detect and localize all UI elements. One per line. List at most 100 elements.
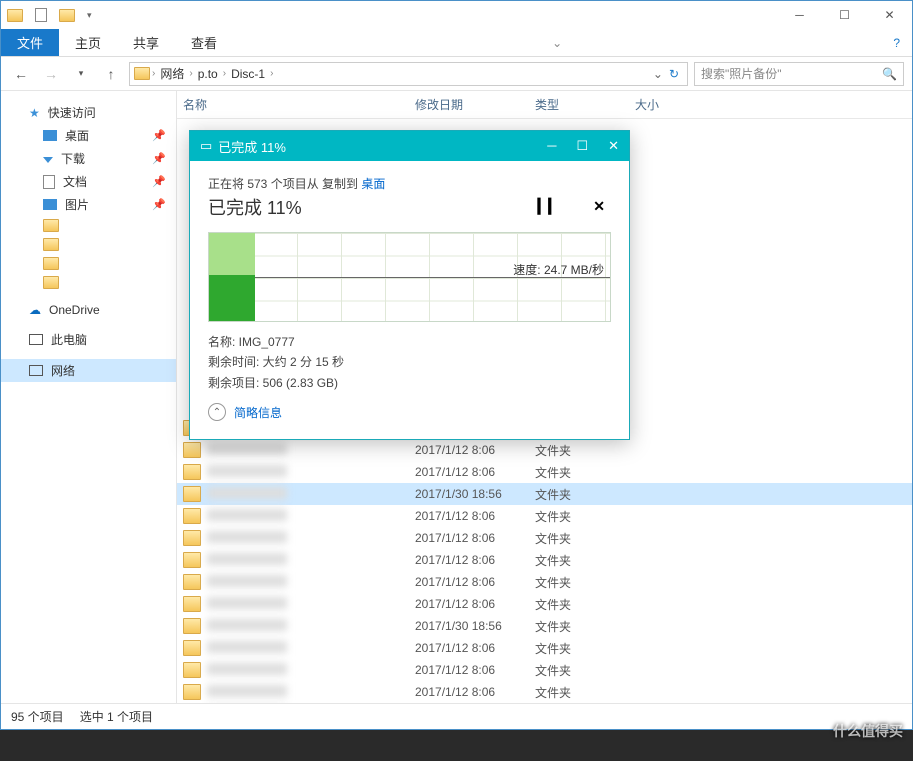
column-size[interactable]: 大小: [635, 96, 715, 113]
up-button[interactable]: ↑: [99, 62, 123, 86]
refresh-button[interactable]: ↻: [665, 67, 683, 81]
recent-dropdown-icon[interactable]: ▾: [69, 62, 93, 86]
pin-icon: 📌: [152, 198, 166, 211]
table-row[interactable]: 2017/1/12 8:06 文件夹: [177, 549, 912, 571]
ribbon-collapse-icon[interactable]: ⌄: [540, 29, 574, 56]
status-selected: 选中 1 个项目: [80, 708, 153, 725]
dialog-maximize-button[interactable]: ☐: [576, 138, 588, 154]
table-row[interactable]: 2017/1/12 8:06 文件夹: [177, 659, 912, 681]
table-row[interactable]: 2017/1/12 8:06 文件夹: [177, 505, 912, 527]
address-icon: [134, 67, 150, 80]
table-row[interactable]: 2017/1/12 8:06 文件夹: [177, 461, 912, 483]
minimize-button[interactable]: ─: [777, 1, 822, 29]
file-name: [207, 663, 415, 678]
ribbon-file-tab[interactable]: 文件: [1, 29, 59, 56]
folder-icon: [43, 257, 59, 270]
folder-icon: [43, 219, 59, 232]
search-icon[interactable]: 🔍: [882, 67, 897, 81]
collapse-toggle[interactable]: ⌃ 简略信息: [208, 403, 611, 425]
cancel-button[interactable]: ✕: [593, 198, 605, 215]
chevron-right-icon[interactable]: ›: [223, 68, 226, 79]
file-type: 文件夹: [535, 442, 635, 459]
file-name: [207, 619, 415, 634]
file-date: 2017/1/12 8:06: [415, 685, 535, 699]
file-type: 文件夹: [535, 662, 635, 679]
folder-icon: [183, 530, 201, 546]
column-name[interactable]: 名称: [183, 96, 415, 113]
sidebar-this-pc[interactable]: 此电脑: [1, 328, 176, 351]
dialog-title: 已完成 11%: [218, 137, 286, 156]
file-type: 文件夹: [535, 618, 635, 635]
sidebar-onedrive[interactable]: ☁OneDrive: [1, 300, 176, 320]
maximize-button[interactable]: ☐: [822, 1, 867, 29]
copy-dialog: ▭ 已完成 11% ─ ☐ ✕ 正在将 573 个项目从 复制到 桌面 已完成 …: [189, 130, 630, 440]
pause-button[interactable]: ▎▎: [538, 198, 560, 215]
qat-newfolder-icon[interactable]: [59, 9, 75, 22]
sidebar-label: 快速访问: [48, 104, 96, 121]
file-date: 2017/1/30 18:56: [415, 619, 535, 633]
chevron-right-icon[interactable]: ›: [152, 68, 155, 79]
column-type[interactable]: 类型: [535, 96, 635, 113]
dialog-minimize-button[interactable]: ─: [547, 138, 556, 154]
chevron-right-icon[interactable]: ›: [270, 68, 273, 79]
sidebar-label: 网络: [51, 362, 75, 379]
ribbon-tab-view[interactable]: 查看: [175, 29, 233, 56]
sidebar-label: 文档: [63, 173, 87, 190]
sidebar-item[interactable]: [1, 216, 176, 235]
address-bar[interactable]: › 网络 › p.to › Disc-1 › ⌄ ↻: [129, 62, 688, 86]
sidebar-item-pictures[interactable]: 图片📌: [1, 193, 176, 216]
speed-chart: 速度: 24.7 MB/秒: [208, 232, 611, 322]
file-date: 2017/1/12 8:06: [415, 597, 535, 611]
sidebar-network[interactable]: 网络: [1, 359, 176, 382]
table-row[interactable]: 2017/1/12 8:06 文件夹: [177, 593, 912, 615]
help-icon[interactable]: ?: [881, 29, 912, 56]
forward-button[interactable]: →: [39, 62, 63, 86]
sidebar-item[interactable]: [1, 235, 176, 254]
search-input[interactable]: 搜索"照片备份" 🔍: [694, 62, 904, 86]
copy-dest-link[interactable]: 桌面: [361, 177, 385, 191]
file-type: 文件夹: [535, 596, 635, 613]
breadcrumb[interactable]: 网络: [157, 65, 187, 82]
navbar: ← → ▾ ↑ › 网络 › p.to › Disc-1 › ⌄ ↻ 搜索"照片…: [1, 57, 912, 91]
file-date: 2017/1/12 8:06: [415, 443, 535, 457]
breadcrumb[interactable]: p.to: [195, 67, 221, 81]
qat-dropdown-icon[interactable]: ▾: [87, 10, 92, 21]
ribbon-tab-home[interactable]: 主页: [59, 29, 117, 56]
column-date[interactable]: 修改日期: [415, 96, 535, 113]
file-type: 文件夹: [535, 684, 635, 701]
column-headers: 名称 修改日期 类型 大小: [177, 91, 912, 119]
qat-properties-icon[interactable]: [35, 8, 47, 22]
table-row[interactable]: 2017/1/12 8:06 文件夹: [177, 527, 912, 549]
table-row[interactable]: 2017/1/12 8:06 文件夹: [177, 637, 912, 659]
pc-icon: [29, 334, 43, 345]
sidebar-item[interactable]: [1, 273, 176, 292]
file-type: 文件夹: [535, 486, 635, 503]
file-name: [207, 443, 415, 458]
copy-progress-heading: 已完成 11%: [208, 194, 302, 220]
downloads-icon: [43, 157, 53, 163]
chevron-right-icon[interactable]: ›: [189, 68, 192, 79]
folder-icon: [183, 442, 201, 458]
copy-description: 正在将 573 个项目从 复制到 桌面: [208, 175, 611, 192]
app-icon: [7, 9, 23, 22]
table-row[interactable]: 2017/1/30 18:56 文件夹: [177, 615, 912, 637]
sidebar-item[interactable]: [1, 254, 176, 273]
table-row[interactable]: 2017/1/30 18:56 文件夹: [177, 483, 912, 505]
table-row[interactable]: 2017/1/12 8:06 文件夹: [177, 681, 912, 703]
close-button[interactable]: ✕: [867, 1, 912, 29]
ribbon-tab-share[interactable]: 共享: [117, 29, 175, 56]
dialog-titlebar[interactable]: ▭ 已完成 11% ─ ☐ ✕: [190, 131, 629, 161]
breadcrumb[interactable]: Disc-1: [228, 67, 268, 81]
back-button[interactable]: ←: [9, 62, 33, 86]
table-row[interactable]: 2017/1/12 8:06 文件夹: [177, 439, 912, 461]
table-row[interactable]: 2017/1/12 8:06 文件夹: [177, 571, 912, 593]
sidebar-item-desktop[interactable]: 桌面📌: [1, 124, 176, 147]
sidebar-label: 此电脑: [51, 331, 87, 348]
sidebar-quick-access[interactable]: ★快速访问: [1, 101, 176, 124]
sidebar-item-documents[interactable]: 文档📌: [1, 170, 176, 193]
file-type: 文件夹: [535, 508, 635, 525]
address-dropdown-icon[interactable]: ⌄: [653, 67, 663, 81]
dialog-close-button[interactable]: ✕: [608, 138, 619, 154]
sidebar-item-downloads[interactable]: 下载📌: [1, 147, 176, 170]
folder-icon: [183, 464, 201, 480]
